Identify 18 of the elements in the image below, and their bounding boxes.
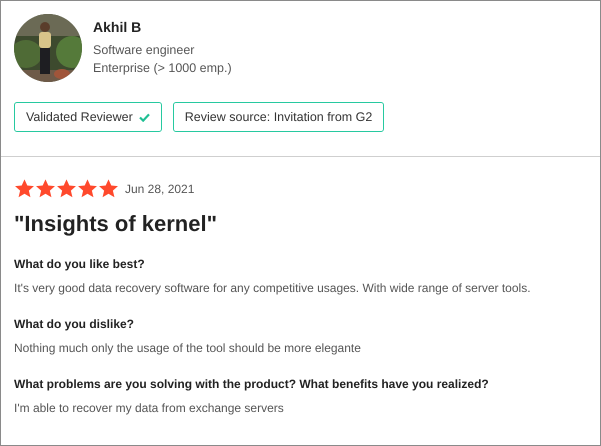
question-heading: What problems are you solving with the product? What benefits have you realized? [14, 377, 490, 391]
star-icon [56, 178, 77, 199]
company-size: Enterprise (> 1000 emp.) [93, 60, 232, 77]
badge-label: Review source: Invitation from G2 [184, 110, 372, 124]
star-icon [98, 178, 119, 199]
question-heading: What do you dislike? [14, 317, 136, 331]
review-title: "Insights of kernel" [14, 211, 218, 237]
star-icon [14, 178, 35, 199]
answer-text: Nothing much only the usage of the tool should be more elegante [14, 341, 362, 355]
star-icon [35, 178, 56, 199]
reviewer-role: Software engineer [93, 42, 196, 59]
answer-text: I'm able to recover my data from exchange servers [14, 401, 285, 415]
badge-label: Validated Reviewer [26, 110, 133, 124]
reviewer-name: Akhil B [93, 19, 142, 35]
review-date: Jun 28, 2021 [125, 182, 194, 196]
question-heading: What do you like best? [14, 257, 146, 271]
star-icon [77, 178, 98, 199]
answer-text: It's very good data recovery software for any competitive usages. With wide range of server tools. [14, 281, 532, 295]
